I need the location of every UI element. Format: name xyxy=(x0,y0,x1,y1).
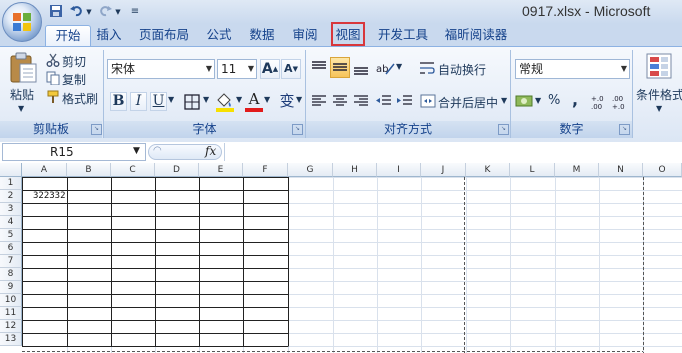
gridlines xyxy=(22,177,682,353)
office-logo-icon xyxy=(13,13,31,31)
office-button[interactable] xyxy=(2,2,42,42)
cell-a2[interactable]: 322332 xyxy=(33,191,66,201)
